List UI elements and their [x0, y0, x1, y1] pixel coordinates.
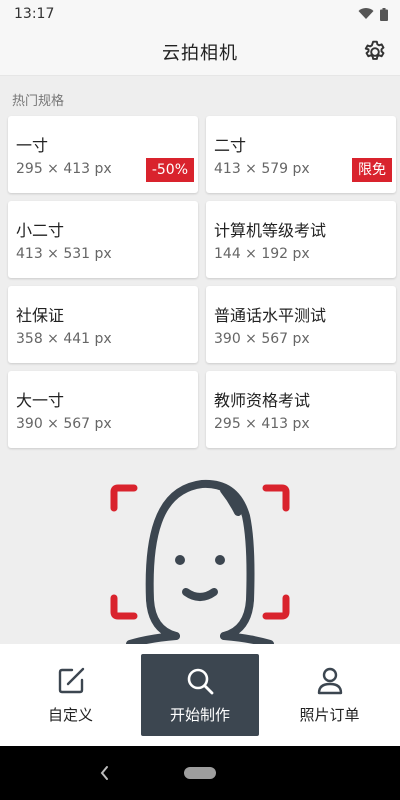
spec-card-mandarin-test[interactable]: 普通话水平测试 390 × 567 px [206, 286, 396, 363]
spec-name: 大一寸 [16, 391, 65, 410]
tab-orders-label: 照片订单 [299, 705, 360, 724]
face-illustration [0, 460, 400, 644]
search-icon [187, 668, 214, 694]
spec-size: 413 × 579 px [214, 161, 310, 177]
home-pill[interactable] [184, 767, 216, 779]
spec-name: 小二寸 [16, 221, 65, 240]
status-time: 13:17 [14, 6, 55, 22]
spec-card-small-2inch[interactable]: 小二寸 413 × 531 px [8, 201, 198, 278]
spec-size: 144 × 192 px [214, 246, 310, 262]
spec-size: 390 × 567 px [214, 331, 310, 347]
app-title: 云拍相机 [162, 42, 238, 64]
section-title-hot: 热门规格 [12, 94, 65, 109]
discount-badge: -50% [145, 158, 194, 182]
spec-name: 一寸 [16, 136, 49, 155]
tab-custom-label: 自定义 [47, 705, 93, 724]
spec-size: 413 × 531 px [16, 246, 112, 262]
spec-card-2inch[interactable]: 二寸 413 × 579 px 限免 [206, 116, 396, 193]
spec-size: 295 × 413 px [214, 416, 310, 432]
spec-name: 计算机等级考试 [214, 221, 327, 240]
spec-name: 二寸 [214, 136, 247, 155]
system-nav-bar [0, 746, 400, 800]
start-making-button[interactable]: 开始制作 [141, 654, 259, 736]
bottom-nav: 自定义 开始制作 照片订单 [0, 644, 400, 746]
spec-name: 教师资格考试 [214, 391, 311, 410]
tab-photo-orders[interactable]: 照片订单 [259, 644, 400, 746]
edit-icon [58, 667, 84, 693]
spec-size: 358 × 441 px [16, 331, 112, 347]
spec-name: 普通话水平测试 [214, 306, 327, 325]
person-icon [317, 667, 342, 694]
spec-size: 295 × 413 px [16, 161, 112, 177]
status-icons [358, 7, 388, 21]
status-bar: 13:17 [0, 0, 400, 28]
start-making-label: 开始制作 [169, 705, 230, 724]
back-icon[interactable] [98, 763, 110, 783]
face-scan-icon [110, 479, 290, 644]
spec-grid: 一寸 295 × 413 px -50% 二寸 413 × 579 px 限免 … [8, 116, 396, 448]
spec-card-teacher-exam[interactable]: 教师资格考试 295 × 413 px [206, 371, 396, 448]
wifi-icon [358, 8, 374, 19]
spec-card-social-security[interactable]: 社保证 358 × 441 px [8, 286, 198, 363]
tab-custom[interactable]: 自定义 [0, 644, 141, 746]
spec-card-computer-exam[interactable]: 计算机等级考试 144 × 192 px [206, 201, 396, 278]
spec-name: 社保证 [16, 306, 65, 325]
spec-card-large-1inch[interactable]: 大一寸 390 × 567 px [8, 371, 198, 448]
free-badge: 限免 [352, 158, 392, 182]
battery-icon [380, 7, 388, 21]
spec-size: 390 × 567 px [16, 416, 112, 432]
spec-card-1inch[interactable]: 一寸 295 × 413 px -50% [8, 116, 198, 193]
app-bar: 云拍相机 [0, 28, 400, 76]
gear-icon[interactable] [362, 39, 388, 65]
